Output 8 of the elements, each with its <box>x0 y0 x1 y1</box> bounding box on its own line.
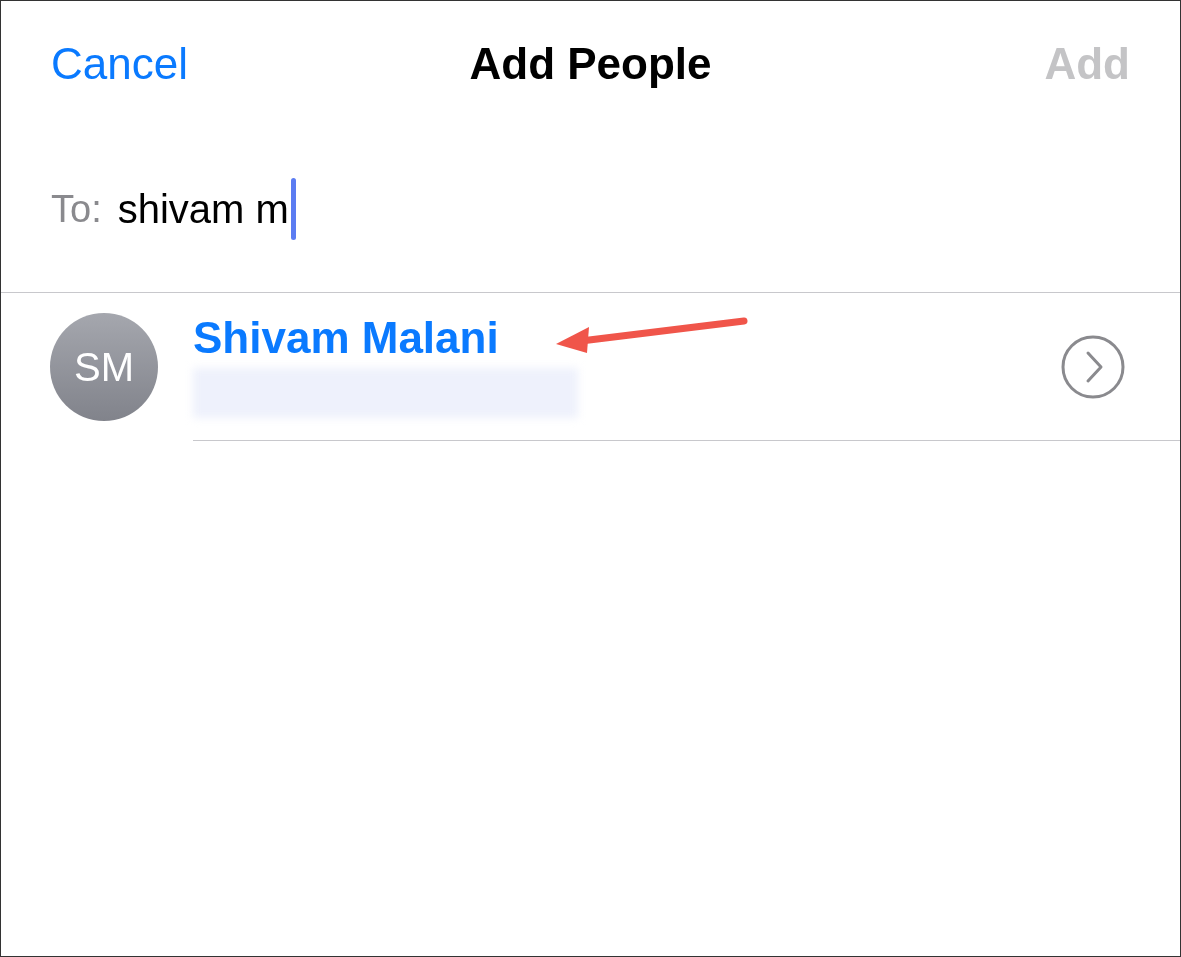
chevron-circle-icon[interactable] <box>1061 334 1125 399</box>
screen-title: Add People <box>469 41 712 86</box>
to-label: To: <box>51 186 102 232</box>
recipient-field[interactable]: shivam m <box>117 178 296 240</box>
contact-name[interactable]: Shivam Malani <box>193 315 499 360</box>
text-cursor <box>290 178 296 240</box>
contact-avatar: SM <box>50 313 158 421</box>
cancel-button[interactable]: Cancel <box>51 41 188 86</box>
